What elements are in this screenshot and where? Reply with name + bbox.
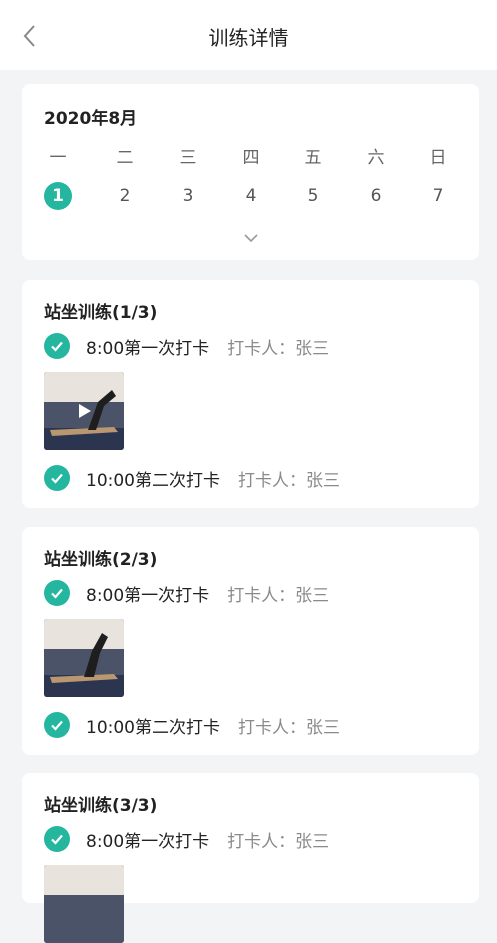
check-icon [44, 712, 70, 738]
weekday-fri: 五 [304, 148, 322, 168]
check-icon [44, 826, 70, 852]
top-bar: 训练详情 [0, 0, 497, 70]
checkin-time: 8:00第一次打卡 [86, 585, 210, 606]
weekday-tue: 二 [116, 148, 134, 168]
checkin-row: 8:00第一次打卡 打卡人：张三 [44, 825, 329, 853]
check-icon [44, 465, 70, 491]
checkin-by: 打卡人：张三 [238, 470, 340, 491]
checkin-by: 打卡人：张三 [227, 338, 330, 359]
day-4[interactable]: 4 [231, 184, 271, 208]
video-thumbnail[interactable] [44, 865, 124, 943]
training-card: 站坐训练(2/3) 8:00第一次打卡 打卡人：张三 10:00第二次打卡 打卡… [22, 527, 479, 755]
weekday-mon: 一 [49, 148, 67, 168]
calendar-card: 2020年8月 一 二 三 四 五 六 日 1 2 3 4 5 6 7 [22, 84, 479, 260]
day-7[interactable]: 7 [418, 184, 458, 208]
day-6[interactable]: 6 [356, 184, 396, 208]
weekday-thu: 四 [242, 148, 260, 168]
checkin-by: 打卡人：张三 [227, 831, 330, 852]
day-1-selected[interactable]: 1 [44, 182, 72, 210]
checkin-time: 10:00第二次打卡 [86, 470, 220, 491]
check-icon [44, 333, 70, 359]
page-title: 训练详情 [208, 26, 289, 50]
weekday-sun: 日 [429, 148, 447, 168]
training-title: 站坐训练(1/3) [44, 303, 158, 323]
checkin-by: 打卡人：张三 [227, 585, 330, 606]
play-icon [79, 404, 91, 418]
day-5[interactable]: 5 [293, 184, 333, 208]
weekday-row: 一 二 三 四 五 六 日 [22, 146, 479, 170]
calendar-month: 2020年8月 [44, 109, 138, 129]
checkin-row: 10:00第二次打卡 打卡人：张三 [44, 711, 340, 739]
training-card: 站坐训练(1/3) 8:00第一次打卡 打卡人：张三 10:00第二次打卡 打卡… [22, 280, 479, 508]
checkin-row: 8:00第一次打卡 打卡人：张三 [44, 332, 329, 360]
day-2[interactable]: 2 [105, 184, 145, 208]
training-title: 站坐训练(2/3) [44, 550, 158, 570]
video-thumbnail[interactable] [44, 372, 124, 450]
weekday-sat: 六 [367, 148, 385, 168]
training-title: 站坐训练(3/3) [44, 796, 158, 816]
checkin-time: 10:00第二次打卡 [86, 717, 220, 738]
weekday-wed: 三 [179, 148, 197, 168]
checkin-row: 8:00第一次打卡 打卡人：张三 [44, 579, 329, 607]
checkin-time: 8:00第一次打卡 [86, 338, 210, 359]
check-icon [44, 580, 70, 606]
day-row: 1 2 3 4 5 6 7 [22, 182, 479, 210]
training-card: 站坐训练(3/3) 8:00第一次打卡 打卡人：张三 [22, 773, 479, 943]
video-thumbnail[interactable] [44, 619, 124, 697]
checkin-time: 8:00第一次打卡 [86, 831, 210, 852]
chevron-down-icon[interactable] [243, 230, 259, 246]
checkin-by: 打卡人：张三 [238, 717, 340, 738]
checkin-row: 10:00第二次打卡 打卡人：张三 [44, 464, 340, 492]
day-3[interactable]: 3 [168, 184, 208, 208]
